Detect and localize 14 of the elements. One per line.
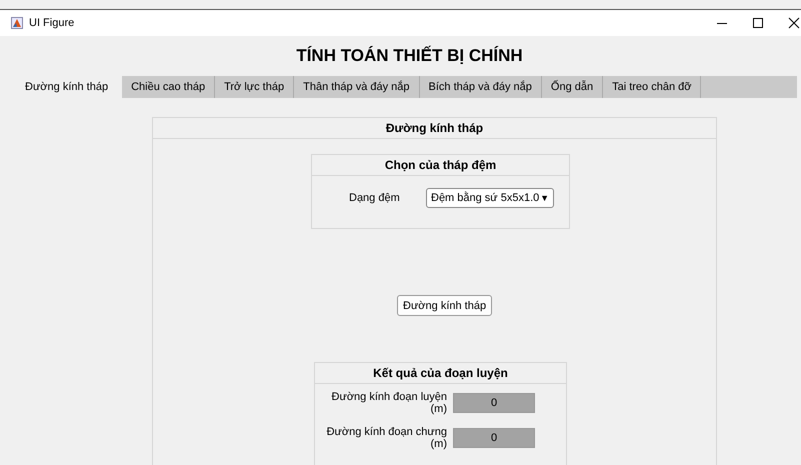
dropdown-arrow-icon: ▼ [540,193,549,203]
close-icon[interactable] [788,17,800,29]
output-field: 0 [453,428,535,448]
field-label: Đường kính đoạn chưng (m) [326,426,448,450]
field-label: Dạng đệm [349,192,401,204]
window-title: UI Figure [29,17,76,29]
app-logo-icon [11,17,23,29]
tab[interactable]: Đường kính tháp [17,76,122,98]
output-field: 0 [453,393,535,413]
app-heading: TÍNH TOÁN THIẾT BỊ CHÍNH [295,44,524,67]
packing-dropdown[interactable]: Đệm bằng sứ 5x5x1.0▼ [426,188,554,208]
maximize-icon[interactable] [752,17,764,29]
calculate-button[interactable]: Đường kính tháp [397,295,492,316]
field-label: Đường kính đoạn luyện (m) [330,391,448,415]
